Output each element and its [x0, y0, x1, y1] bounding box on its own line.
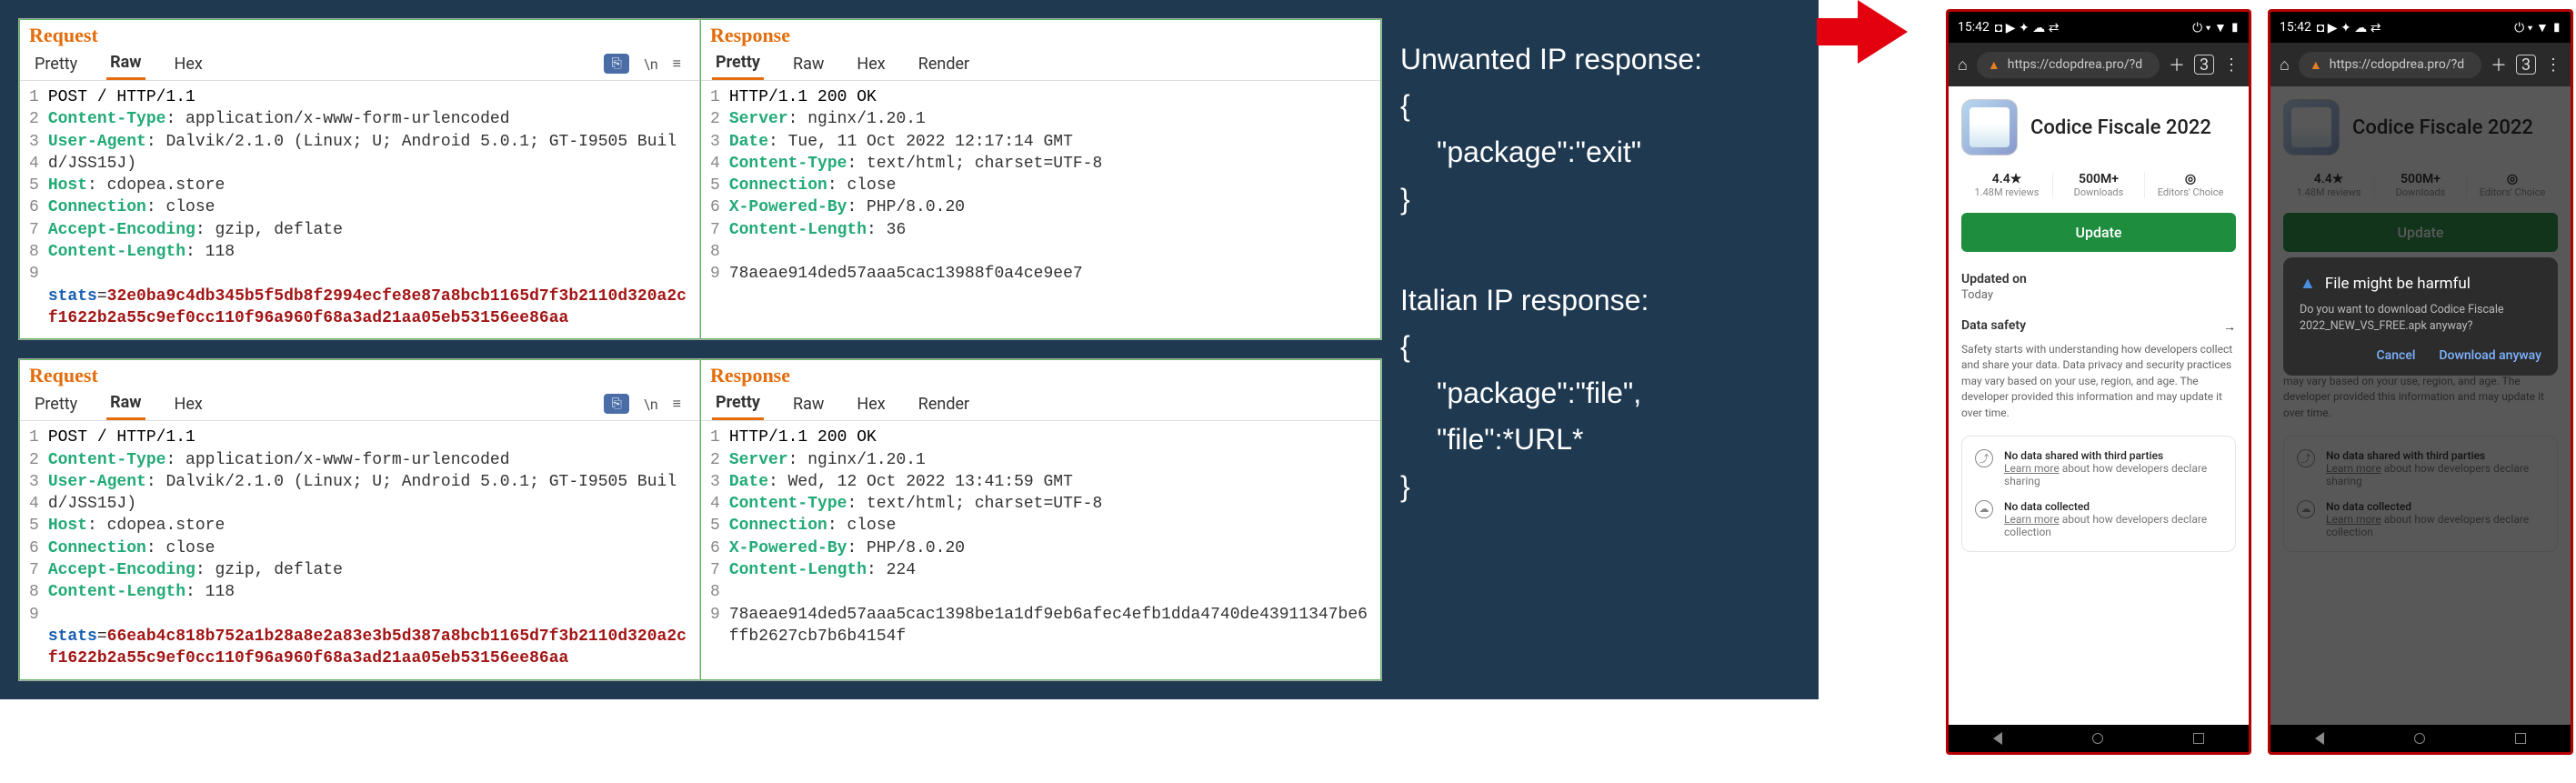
- actions-button[interactable]: ⎘: [604, 54, 629, 74]
- tab-pretty[interactable]: Pretty: [31, 389, 81, 419]
- burp-panels-container: Request Pretty Raw Hex ⎘ \n ≡ 123456789: [0, 0, 1819, 699]
- brace-close: }: [1400, 176, 1800, 223]
- share-icon: ⤴: [1975, 449, 1993, 467]
- url-field[interactable]: ▲ https://cdopdrea.pro/?d: [2299, 52, 2481, 78]
- arrow-icon: [1819, 0, 1946, 64]
- response-body-1: HTTP/1.1 200 OK Server: nginx/1.20.1 Dat…: [729, 86, 1371, 286]
- tab-raw[interactable]: Raw: [789, 49, 827, 79]
- update-button[interactable]: Update: [1961, 213, 2236, 252]
- request-panel-1: Request Pretty Raw Hex ⎘ \n ≡ 123456789: [19, 19, 700, 339]
- tab-raw[interactable]: Raw: [106, 47, 145, 80]
- warning-triangle-icon: ▲: [2300, 274, 2316, 293]
- menu-icon[interactable]: ≡: [673, 55, 681, 73]
- request-header: Request: [20, 360, 699, 387]
- updated-on-label: Updated on: [1961, 272, 2236, 286]
- request-body-2: POST / HTTP/1.1 Content-Type: applicatio…: [48, 427, 690, 669]
- more-icon[interactable]: ⋮: [2545, 55, 2561, 75]
- home-nav-icon[interactable]: [2092, 733, 2103, 744]
- share-icon: ⤴: [2297, 449, 2315, 467]
- cancel-button[interactable]: Cancel: [2377, 348, 2416, 363]
- new-tab-icon[interactable]: ＋: [2169, 53, 2185, 76]
- update-button[interactable]: Update: [2283, 213, 2558, 252]
- newline-toggle[interactable]: \n: [644, 55, 657, 73]
- back-icon[interactable]: [1993, 732, 2002, 745]
- data-safety-desc: Safety starts with understanding how dev…: [1961, 342, 2236, 421]
- cloud-icon: ☁: [1975, 500, 1993, 518]
- app-icon: [2283, 99, 2340, 156]
- more-icon[interactable]: ⋮: [2223, 55, 2240, 75]
- home-nav-icon[interactable]: [2414, 733, 2425, 744]
- tab-count[interactable]: 3: [2194, 55, 2214, 75]
- italian-body-1: "package":"file",: [1400, 370, 1800, 417]
- data-safety-card: ⤴ No data shared with third parties Lear…: [1961, 436, 2236, 552]
- dialog-body: Do you want to download Codice Fiscale 2…: [2300, 302, 2541, 334]
- tab-pretty[interactable]: Pretty: [31, 49, 81, 79]
- status-bar: 15:42◘ ▶ ✦ ☁ ⇄ ⏻ ▾ ▼ ▮: [1949, 12, 2249, 43]
- home-icon[interactable]: ⌂: [2280, 55, 2290, 75]
- brace-open: {: [1400, 324, 1800, 370]
- response-header: Response: [701, 360, 1380, 387]
- tab-raw[interactable]: Raw: [789, 389, 827, 419]
- phone-screenshot-1: 15:42◘ ▶ ✦ ☁ ⇄ ⏻ ▾ ▼ ▮ ⌂ ▲ https://cdopd…: [1946, 9, 2251, 755]
- app-title: Codice Fiscale 2022: [2352, 116, 2533, 139]
- response-panel-1: Response Pretty Raw Hex Render 123456789…: [700, 19, 1381, 339]
- android-nav-bar: [2270, 725, 2571, 752]
- tab-render[interactable]: Render: [915, 49, 973, 79]
- tab-count[interactable]: 3: [2516, 55, 2536, 75]
- browser-url-bar: ⌂ ▲ https://cdopdrea.pro/?d ＋ 3 ⋮: [2270, 43, 2571, 86]
- home-icon[interactable]: ⌂: [1958, 55, 1968, 75]
- request-panel-2: Request Pretty Raw Hex ⎘ \n ≡ 123456789: [19, 359, 700, 679]
- tab-pretty[interactable]: Pretty: [712, 387, 764, 420]
- annotations-column: Unwanted IP response: { "package":"exit"…: [1400, 18, 1800, 681]
- rr-row-1: Request Pretty Raw Hex ⎘ \n ≡ 123456789: [18, 18, 1382, 340]
- phone-screenshot-2: 15:42◘ ▶ ✦ ☁ ⇄ ⏻ ▾ ▼ ▮ ⌂ ▲ https://cdopd…: [2268, 9, 2573, 755]
- tab-hex[interactable]: Hex: [171, 49, 206, 79]
- tab-pretty[interactable]: Pretty: [712, 47, 764, 80]
- response-header: Response: [701, 20, 1380, 47]
- italian-title: Italian IP response:: [1400, 277, 1800, 324]
- request-body-1: POST / HTTP/1.1 Content-Type: applicatio…: [48, 86, 690, 329]
- browser-url-bar: ⌂ ▲ https://cdopdrea.pro/?d ＋ 3 ⋮: [1949, 43, 2249, 86]
- editors-choice-icon: ◎: [2145, 172, 2236, 186]
- url-field[interactable]: ▲ https://cdopdrea.pro/?d: [1977, 52, 2160, 78]
- new-tab-icon[interactable]: ＋: [2491, 53, 2507, 76]
- app-title: Codice Fiscale 2022: [2030, 116, 2211, 139]
- warning-icon: ▲: [2310, 57, 2322, 73]
- tab-raw[interactable]: Raw: [106, 387, 145, 420]
- dialog-title: File might be harmful: [2325, 275, 2471, 293]
- response-panel-2: Response Pretty Raw Hex Render 123456789…: [700, 359, 1381, 679]
- harmful-file-dialog: ▲ File might be harmful Do you want to d…: [2283, 257, 2558, 376]
- italian-body-2: "file":*URL*: [1400, 417, 1800, 463]
- stats-row: 4.4★1.48M reviews 500M+Downloads ◎Editor…: [2283, 172, 2558, 198]
- unwanted-title: Unwanted IP response:: [1400, 36, 1800, 83]
- data-safety-title: Data safety: [1961, 318, 2026, 333]
- menu-icon[interactable]: ≡: [673, 395, 681, 413]
- android-nav-bar: [1949, 725, 2249, 752]
- brace-open: {: [1400, 83, 1800, 129]
- status-bar: 15:42◘ ▶ ✦ ☁ ⇄ ⏻ ▾ ▼ ▮: [2270, 12, 2571, 43]
- tab-hex[interactable]: Hex: [171, 389, 206, 419]
- recents-icon[interactable]: [2193, 733, 2204, 744]
- arrow-right-icon[interactable]: →: [2223, 319, 2236, 335]
- rr-row-2: Request Pretty Raw Hex ⎘ \n ≡ 123456789: [18, 358, 1382, 680]
- request-header: Request: [20, 20, 699, 47]
- warning-icon: ▲: [1988, 57, 2000, 73]
- tab-hex[interactable]: Hex: [853, 389, 888, 419]
- stats-row: 4.4★1.48M reviews 500M+Downloads ◎Editor…: [1961, 172, 2236, 198]
- unwanted-body: "package":"exit": [1400, 129, 1800, 176]
- cloud-icon: ☁: [2297, 500, 2315, 518]
- app-icon: [1961, 99, 2018, 156]
- tab-render[interactable]: Render: [915, 389, 973, 419]
- brace-close: }: [1400, 464, 1800, 510]
- download-anyway-button[interactable]: Download anyway: [2439, 348, 2541, 363]
- recents-icon[interactable]: [2515, 733, 2526, 744]
- back-icon[interactable]: [2315, 732, 2324, 745]
- updated-on-value: Today: [1961, 288, 2236, 302]
- tab-hex[interactable]: Hex: [853, 49, 888, 79]
- response-body-2: HTTP/1.1 200 OK Server: nginx/1.20.1 Dat…: [729, 427, 1371, 647]
- actions-button[interactable]: ⎘: [604, 394, 629, 414]
- newline-toggle[interactable]: \n: [644, 396, 657, 413]
